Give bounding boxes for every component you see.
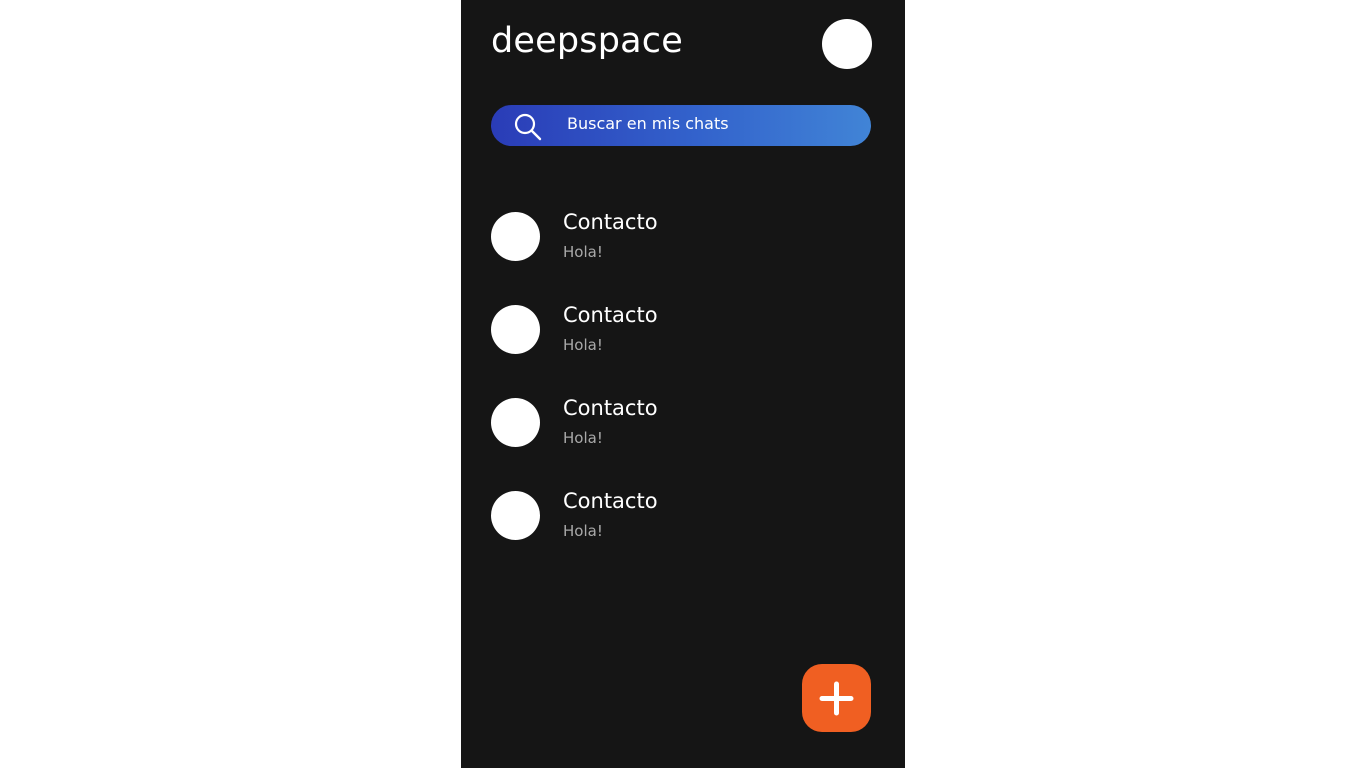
contact-avatar bbox=[491, 491, 540, 540]
contact-avatar bbox=[491, 305, 540, 354]
chat-list-item[interactable]: Contacto Hola! bbox=[491, 190, 871, 283]
search-icon bbox=[514, 113, 542, 141]
contact-name: Contacto bbox=[563, 396, 658, 420]
new-chat-button[interactable] bbox=[802, 664, 871, 732]
profile-avatar[interactable] bbox=[822, 19, 872, 69]
search-bar[interactable] bbox=[491, 105, 871, 146]
chat-list: Contacto Hola! Contacto Hola! Contacto H… bbox=[491, 190, 871, 562]
message-preview: Hola! bbox=[563, 243, 603, 261]
app-screen: deepspace Contacto Hola! Contacto Hola! … bbox=[461, 0, 905, 768]
app-title: deepspace bbox=[491, 21, 683, 61]
chat-list-item[interactable]: Contacto Hola! bbox=[491, 376, 871, 469]
chat-list-item[interactable]: Contacto Hola! bbox=[491, 469, 871, 562]
contact-name: Contacto bbox=[563, 303, 658, 327]
plus-icon bbox=[819, 681, 854, 716]
message-preview: Hola! bbox=[563, 336, 603, 354]
search-input[interactable] bbox=[567, 105, 857, 146]
message-preview: Hola! bbox=[563, 522, 603, 540]
contact-avatar bbox=[491, 212, 540, 261]
contact-avatar bbox=[491, 398, 540, 447]
chat-list-item[interactable]: Contacto Hola! bbox=[491, 283, 871, 376]
message-preview: Hola! bbox=[563, 429, 603, 447]
contact-name: Contacto bbox=[563, 210, 658, 234]
contact-name: Contacto bbox=[563, 489, 658, 513]
